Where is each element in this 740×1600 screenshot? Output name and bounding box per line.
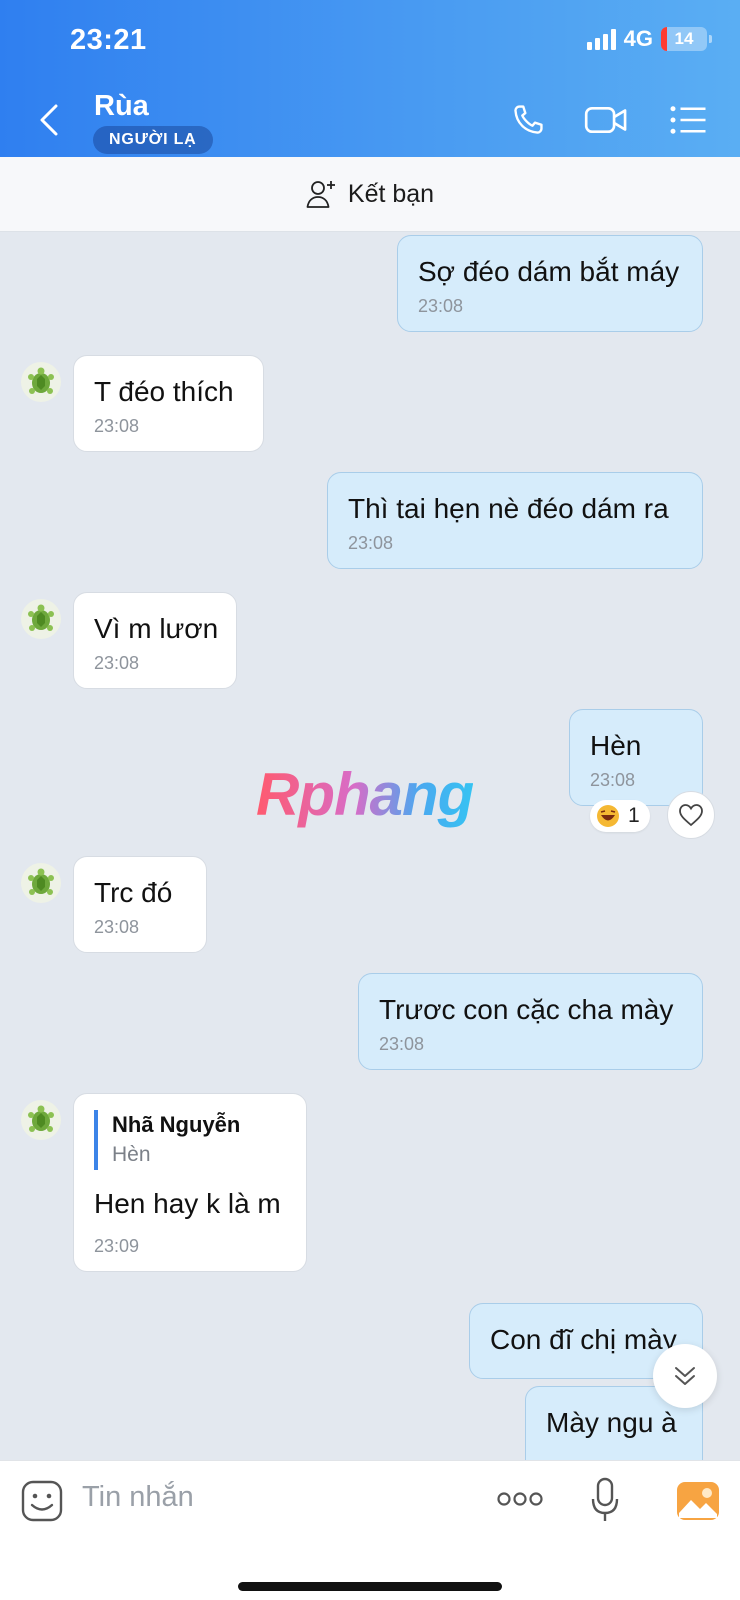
sticker-icon	[21, 1480, 63, 1522]
quoted-author: Nhã Nguyễn	[112, 1112, 241, 1137]
watermark-logo: Rphang	[256, 761, 474, 828]
contact-avatar[interactable]	[21, 1100, 61, 1140]
menu-button[interactable]	[666, 98, 710, 142]
list-icon	[670, 106, 706, 134]
image-icon	[677, 1482, 719, 1520]
message-text: Sợ đéo dám bắt máy	[418, 256, 680, 287]
turtle-avatar	[28, 604, 54, 631]
message-time: 23:08	[348, 533, 394, 553]
heart-icon	[679, 804, 703, 827]
message-text: Con đĩ chị mày	[490, 1324, 677, 1355]
message-text: Thì tai hẹn nè đéo dám ra	[348, 493, 669, 524]
message-bubble-outgoing[interactable]: Thì tai hẹn nè đéo dám ra 23:08	[327, 472, 703, 569]
video-call-button[interactable]	[584, 98, 628, 142]
message-time: 23:08	[94, 917, 140, 937]
more-options-button[interactable]	[497, 1491, 543, 1512]
message-bubble-outgoing[interactable]: Trươc con cặc cha mày 23:08	[358, 973, 703, 1070]
add-friend-icon	[306, 181, 335, 208]
status-indicators: 4G 14	[586, 26, 712, 52]
battery-level: 14	[674, 29, 694, 48]
status-time: 23:21	[70, 24, 147, 56]
contact-avatar[interactable]	[21, 362, 61, 402]
scroll-to-bottom-button[interactable]	[653, 1344, 717, 1408]
message-time: 23:08	[94, 653, 140, 673]
message-time: 23:08	[418, 296, 464, 316]
home-indicator	[238, 1582, 502, 1591]
contact-avatar[interactable]	[21, 863, 61, 903]
reaction-count: 1	[628, 804, 640, 827]
chat-header: 23:21 4G 14 Rùa NGƯỜI LẠ	[0, 0, 740, 157]
message-input-bar: Tin nhắn	[0, 1460, 740, 1600]
message-time: 23:08	[94, 416, 140, 436]
message-bubble-incoming[interactable]: Trc đó 23:08	[73, 856, 207, 953]
voice-message-button[interactable]	[590, 1477, 620, 1528]
message-text: Mày ngu à	[546, 1407, 677, 1438]
stranger-badge: NGƯỜI LẠ	[93, 126, 213, 154]
mic-icon	[591, 1477, 619, 1521]
reaction-summary[interactable]: 1	[590, 800, 650, 832]
message-time: 23:09	[94, 1236, 140, 1256]
send-image-button[interactable]	[676, 1481, 720, 1526]
turtle-avatar	[28, 367, 54, 394]
message-text: Hen hay k là m	[94, 1188, 281, 1219]
video-icon	[584, 106, 627, 134]
chat-title[interactable]: Rùa	[94, 90, 149, 123]
message-bubble-incoming-reply[interactable]: Nhã Nguyễn Hèn Hen hay k là m 23:09	[73, 1093, 307, 1272]
message-bubble-outgoing[interactable]: Sợ đéo dám bắt máy 23:08	[397, 235, 703, 332]
message-text: Vì m lươn	[94, 613, 219, 644]
add-friend-bar[interactable]: Kết bạn	[0, 157, 740, 232]
message-text: Trươc con cặc cha mày	[379, 994, 674, 1025]
message-text: Hèn	[590, 730, 642, 761]
laugh-emoji-icon	[597, 805, 619, 827]
network-type: 4G	[623, 26, 653, 51]
sticker-button[interactable]	[20, 1479, 64, 1528]
phone-icon	[514, 105, 543, 134]
back-button[interactable]	[34, 100, 64, 140]
message-time: 23:08	[379, 1034, 425, 1054]
quoted-message[interactable]: Nhã Nguyễn Hèn	[94, 1110, 286, 1170]
turtle-avatar	[28, 868, 54, 895]
message-text: T đéo thích	[94, 376, 234, 407]
message-time: 23:08	[590, 770, 636, 790]
signal-icon	[586, 28, 616, 50]
quoted-text: Hèn	[112, 1143, 151, 1166]
chevron-double-down-icon	[675, 1367, 695, 1385]
message-bubble-incoming[interactable]: Vì m lươn 23:08	[73, 592, 237, 689]
back-icon	[40, 104, 58, 136]
add-friend-label: Kết bạn	[347, 179, 435, 208]
call-button[interactable]	[506, 98, 550, 142]
battery-icon: 14	[661, 27, 707, 51]
contact-avatar[interactable]	[21, 599, 61, 639]
message-text: Trc đó	[94, 877, 173, 908]
turtle-avatar	[28, 1105, 54, 1132]
more-icon	[497, 1492, 543, 1506]
message-list[interactable]: Sợ đéo dám bắt máy 23:08 T đéo thích 23:…	[0, 232, 740, 1460]
message-input[interactable]: Tin nhắn	[82, 1481, 194, 1514]
react-button[interactable]	[667, 791, 715, 839]
message-bubble-incoming[interactable]: T đéo thích 23:08	[73, 355, 264, 452]
